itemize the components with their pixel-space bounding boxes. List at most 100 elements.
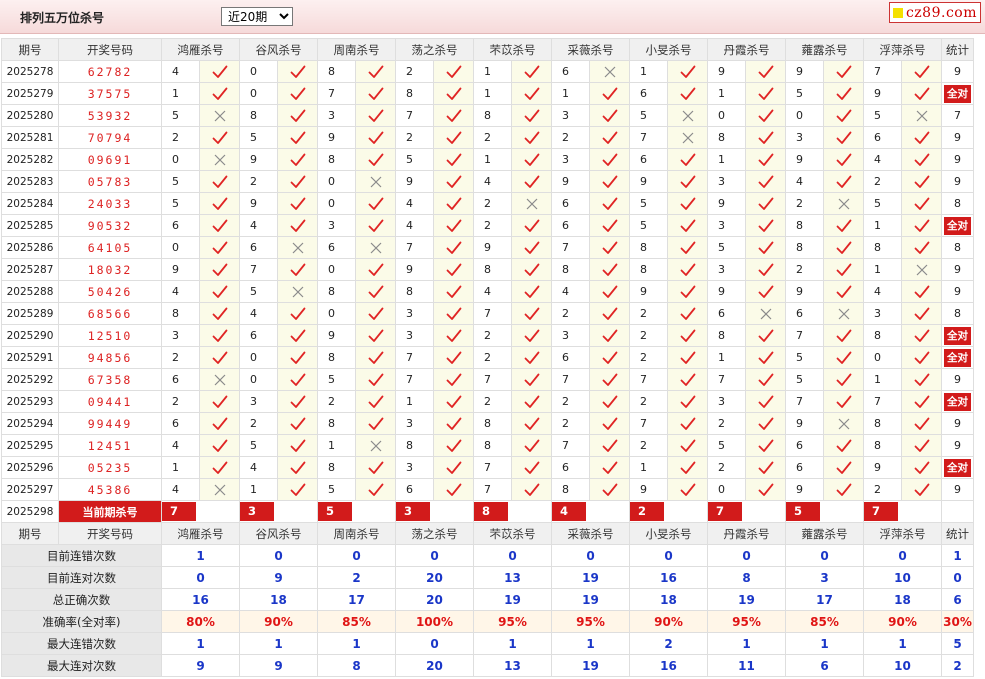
stats-total: 0 — [941, 566, 974, 589]
kill-number-cell: 2 — [317, 390, 356, 413]
check-icon — [355, 104, 396, 127]
kill-number-cell: 2 — [551, 126, 590, 149]
kill-number-cell: 5 — [161, 104, 200, 127]
check-icon — [355, 324, 396, 347]
cross-icon — [277, 280, 318, 303]
kill-number-cell: 9 — [707, 280, 746, 303]
kill-number-cell: 2 — [629, 390, 668, 413]
check-icon — [823, 456, 864, 479]
kill-number-cell: 2 — [473, 214, 512, 237]
cross-icon — [745, 302, 786, 325]
kill-number-cell: 1 — [473, 82, 512, 105]
stats-value: 6 — [785, 654, 864, 677]
kill-number-cell: 2 — [473, 324, 512, 347]
stats-value: 10 — [863, 566, 942, 589]
kill-number-cell: 0 — [317, 170, 356, 193]
kill-number-cell: 2 — [239, 412, 278, 435]
check-icon — [667, 214, 708, 237]
stats-value: 8 — [707, 566, 786, 589]
kill-number-cell: 4 — [863, 280, 902, 303]
kill-number-cell: 8 — [317, 60, 356, 83]
check-icon — [433, 60, 474, 83]
header-expert: 采薇杀号 — [551, 522, 630, 545]
kill-number-table: 期号 开奖号码 鸿雁杀号 谷风杀号 周南杀号 荡之杀号 芣苡杀号 采薇杀号 小旻杀号 丹霞杀号 蕹露… — [1, 38, 974, 677]
check-icon — [745, 104, 786, 127]
check-icon — [589, 280, 630, 303]
kill-number-cell: 1 — [239, 478, 278, 501]
kill-number-cell: 8 — [707, 324, 746, 347]
kill-number-cell: 0 — [707, 478, 746, 501]
kill-number-cell: 6 — [395, 478, 434, 501]
check-icon — [901, 478, 942, 501]
check-icon — [667, 60, 708, 83]
header-period: 期号 — [1, 38, 59, 61]
stats-value: 17 — [785, 588, 864, 611]
check-icon — [355, 412, 396, 435]
stats-value: 1 — [785, 632, 864, 655]
current-kill-value: 8 — [474, 502, 508, 521]
header-draw: 开奖号码 — [58, 522, 162, 545]
kill-number-cell: 9 — [629, 478, 668, 501]
kill-number-cell: 9 — [629, 170, 668, 193]
all-correct-badge: 全对 — [944, 326, 971, 345]
check-icon — [433, 478, 474, 501]
check-icon — [433, 214, 474, 237]
table-row: 2025289 68566 8 4 0 3 7 2 2 6 6 3 8 — [1, 302, 974, 325]
draw-number-cell: 09441 — [58, 390, 162, 413]
kill-number-cell: 8 — [473, 434, 512, 457]
kill-number-cell: 6 — [785, 456, 824, 479]
kill-number-cell: 0 — [239, 60, 278, 83]
current-kill-value: 7 — [864, 502, 898, 521]
check-icon — [745, 60, 786, 83]
kill-number-cell: 6 — [317, 236, 356, 259]
check-icon — [511, 60, 552, 83]
row-total-cell: 全对 — [941, 346, 974, 369]
check-icon — [901, 412, 942, 435]
stats-value: 0 — [161, 566, 240, 589]
kill-number-cell: 1 — [863, 368, 902, 391]
header-expert: 周南杀号 — [317, 522, 396, 545]
kill-number-cell: 9 — [863, 82, 902, 105]
check-icon — [823, 280, 864, 303]
check-icon — [511, 324, 552, 347]
cross-icon — [589, 60, 630, 83]
site-logo[interactable]: cz89.com — [888, 2, 981, 23]
period-range-select[interactable]: 近20期 — [221, 7, 293, 26]
cross-icon — [823, 192, 864, 215]
check-icon — [355, 346, 396, 369]
draw-number-cell: 05235 — [58, 456, 162, 479]
header-expert: 浮萍杀号 — [863, 38, 942, 61]
kill-number-cell: 8 — [473, 412, 512, 435]
check-icon — [433, 170, 474, 193]
check-icon — [589, 346, 630, 369]
row-total-cell: 8 — [941, 192, 974, 215]
check-icon — [823, 82, 864, 105]
kill-number-cell: 0 — [161, 148, 200, 171]
kill-number-cell: 4 — [473, 170, 512, 193]
check-icon — [355, 148, 396, 171]
kill-number-cell: 2 — [629, 434, 668, 457]
kill-number-cell: 4 — [239, 214, 278, 237]
check-icon — [667, 236, 708, 259]
kill-number-cell: 1 — [707, 82, 746, 105]
header-expert: 小旻杀号 — [629, 38, 708, 61]
current-kill-value: 7 — [708, 502, 742, 521]
check-icon — [277, 390, 318, 413]
check-icon — [433, 434, 474, 457]
check-icon — [199, 236, 240, 259]
kill-number-cell: 7 — [863, 60, 902, 83]
row-total-cell: 全对 — [941, 214, 974, 237]
kill-number-cell: 2 — [551, 412, 590, 435]
check-icon — [823, 258, 864, 281]
check-icon — [199, 258, 240, 281]
kill-number-cell: 5 — [239, 126, 278, 149]
check-icon — [745, 280, 786, 303]
kill-number-cell: 7 — [785, 324, 824, 347]
kill-number-cell: 7 — [629, 368, 668, 391]
table-row: 2025280 53932 5 8 3 7 8 3 5 0 0 5 7 — [1, 104, 974, 127]
kill-number-cell: 2 — [629, 324, 668, 347]
header-expert: 蕹露杀号 — [785, 38, 864, 61]
table-row: 2025287 18032 9 7 0 9 8 8 8 3 2 1 9 — [1, 258, 974, 281]
kill-number-cell: 2 — [473, 192, 512, 215]
kill-number-cell: 7 — [473, 456, 512, 479]
